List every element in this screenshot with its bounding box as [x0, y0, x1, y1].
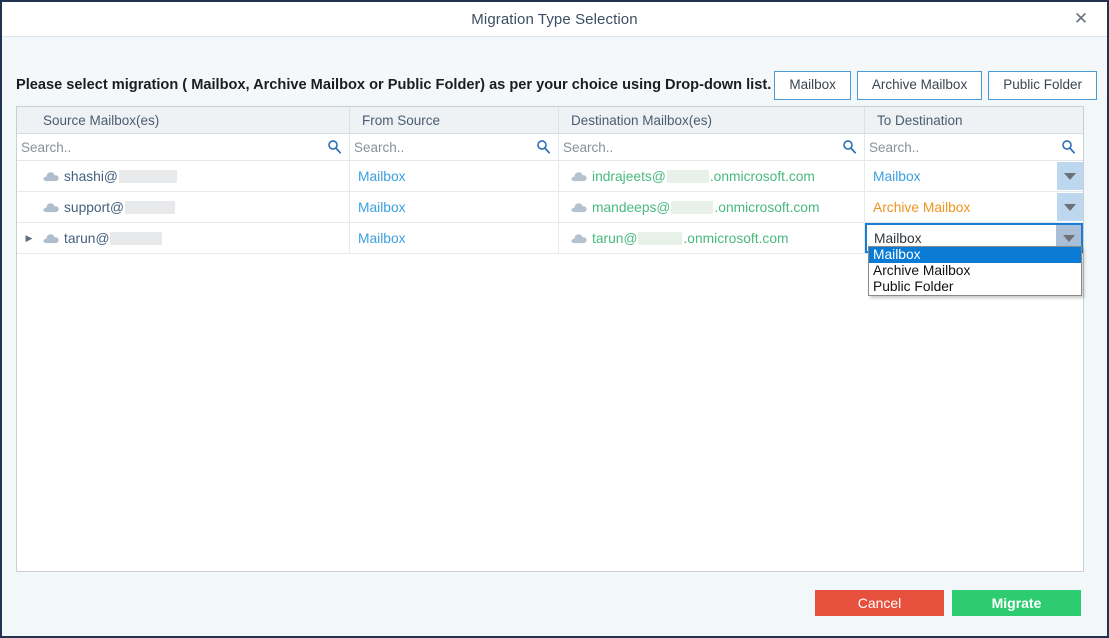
- chevron-down-icon[interactable]: [1057, 193, 1083, 221]
- cell-destination-mailbox: tarun@ .onmicrosoft.com: [559, 223, 865, 253]
- search-input-source-mailboxes[interactable]: [17, 135, 349, 159]
- column-header-source-mailboxes: Source Mailbox(es): [17, 107, 350, 133]
- migration-type-button-group: Mailbox Archive Mailbox Public Folder: [774, 71, 1097, 100]
- source-mailbox-label: tarun@: [64, 230, 110, 246]
- cell-to-destination[interactable]: Archive Mailbox: [865, 192, 1083, 222]
- expand-arrow-icon[interactable]: ▶: [21, 233, 37, 244]
- search-input-destination-mailboxes[interactable]: [559, 135, 864, 159]
- dialog-footer: Cancel Migrate: [2, 572, 1107, 636]
- to-destination-value: Mailbox: [873, 168, 921, 184]
- footer-button-group: Cancel Migrate: [815, 590, 1081, 616]
- cell-to-destination[interactable]: Mailbox: [865, 161, 1083, 191]
- search-cell-source-mailboxes: [17, 134, 350, 160]
- search-cell-destination-mailboxes: [559, 134, 865, 160]
- cell-from-source: Mailbox: [350, 161, 559, 191]
- cloud-icon: [43, 233, 59, 243]
- redacted-domain: [110, 231, 163, 245]
- cloud-icon: [571, 202, 587, 212]
- column-header-destination-mailboxes: Destination Mailbox(es): [559, 107, 865, 133]
- cloud-icon: [571, 171, 587, 181]
- search-input-to-destination[interactable]: [865, 135, 1083, 159]
- search-cell-to-destination: [865, 134, 1083, 160]
- search-cell-from-source: [350, 134, 559, 160]
- source-mailbox-label: support@: [64, 199, 125, 215]
- from-source-label: Mailbox: [358, 199, 406, 215]
- type-button-mailbox[interactable]: Mailbox: [774, 71, 851, 100]
- cell-destination-mailbox: mandeeps@ .onmicrosoft.com: [559, 192, 865, 222]
- destination-mailbox-suffix: .onmicrosoft.com: [714, 199, 820, 215]
- to-destination-dropdown-list[interactable]: Mailbox Archive Mailbox Public Folder: [868, 246, 1082, 296]
- from-source-label: Mailbox: [358, 230, 406, 246]
- cell-source-mailbox: support@: [17, 192, 350, 222]
- search-input-from-source[interactable]: [350, 135, 558, 159]
- title-bar: Migration Type Selection ✕: [2, 2, 1107, 37]
- column-header-to-destination: To Destination: [877, 112, 963, 128]
- cell-from-source: Mailbox: [350, 192, 559, 222]
- type-button-archive-mailbox[interactable]: Archive Mailbox: [856, 71, 983, 100]
- to-destination-value: Mailbox: [874, 230, 922, 246]
- grid-search-row: [17, 134, 1083, 161]
- destination-mailbox-prefix: tarun@: [592, 230, 638, 246]
- redacted-domain: [118, 169, 177, 183]
- column-header-from-source: From Source: [350, 107, 559, 133]
- chevron-down-icon[interactable]: [1057, 162, 1083, 190]
- redacted-tenant: [638, 231, 683, 245]
- dropdown-option[interactable]: Public Folder: [869, 279, 1081, 295]
- migration-type-selection-dialog: Migration Type Selection ✕ Please select…: [0, 0, 1109, 638]
- to-destination-combobox[interactable]: Archive Mailbox: [865, 192, 1083, 222]
- close-icon[interactable]: ✕: [1063, 2, 1099, 36]
- mailbox-mapping-grid: Source Mailbox(es) From Source Destinati…: [16, 106, 1084, 572]
- cell-from-source: Mailbox: [350, 223, 559, 253]
- dropdown-option[interactable]: Mailbox: [869, 247, 1081, 263]
- cloud-icon: [43, 202, 59, 212]
- cell-destination-mailbox: indrajeets@ .onmicrosoft.com: [559, 161, 865, 191]
- table-row[interactable]: support@ Mailbox mandeeps@ .onmicrosoft.com…: [17, 192, 1083, 223]
- destination-mailbox-suffix: .onmicrosoft.com: [709, 168, 815, 184]
- destination-mailbox-suffix: .onmicrosoft.com: [683, 230, 789, 246]
- cell-source-mailbox: shashi@: [17, 161, 350, 191]
- destination-mailbox-prefix: indrajeets@: [592, 168, 666, 184]
- migrate-button[interactable]: Migrate: [952, 590, 1081, 616]
- from-source-label: Mailbox: [358, 168, 406, 184]
- to-destination-value: Archive Mailbox: [873, 199, 971, 215]
- cancel-button[interactable]: Cancel: [815, 590, 944, 616]
- cell-source-mailbox: ▶ tarun@: [17, 223, 350, 253]
- page-title: Migration Type Selection: [471, 10, 638, 28]
- cloud-icon: [571, 233, 587, 243]
- instruction-text: Please select migration ( Mailbox, Archi…: [16, 77, 772, 93]
- table-row[interactable]: shashi@ Mailbox indrajeets@ .onmicrosoft.co…: [17, 161, 1083, 192]
- cloud-icon: [43, 171, 59, 181]
- to-destination-combobox[interactable]: Mailbox: [865, 161, 1083, 191]
- destination-mailbox-prefix: mandeeps@: [592, 199, 671, 215]
- grid-rows: shashi@ Mailbox indrajeets@ .onmicrosoft.co…: [17, 161, 1083, 254]
- grid-header-row: Source Mailbox(es) From Source Destinati…: [17, 107, 1083, 134]
- dropdown-option[interactable]: Archive Mailbox: [869, 263, 1081, 279]
- source-mailbox-label: shashi@: [64, 168, 118, 184]
- redacted-tenant: [666, 169, 709, 183]
- redacted-domain: [125, 200, 176, 214]
- redacted-tenant: [671, 200, 714, 214]
- type-button-public-folder[interactable]: Public Folder: [988, 71, 1097, 100]
